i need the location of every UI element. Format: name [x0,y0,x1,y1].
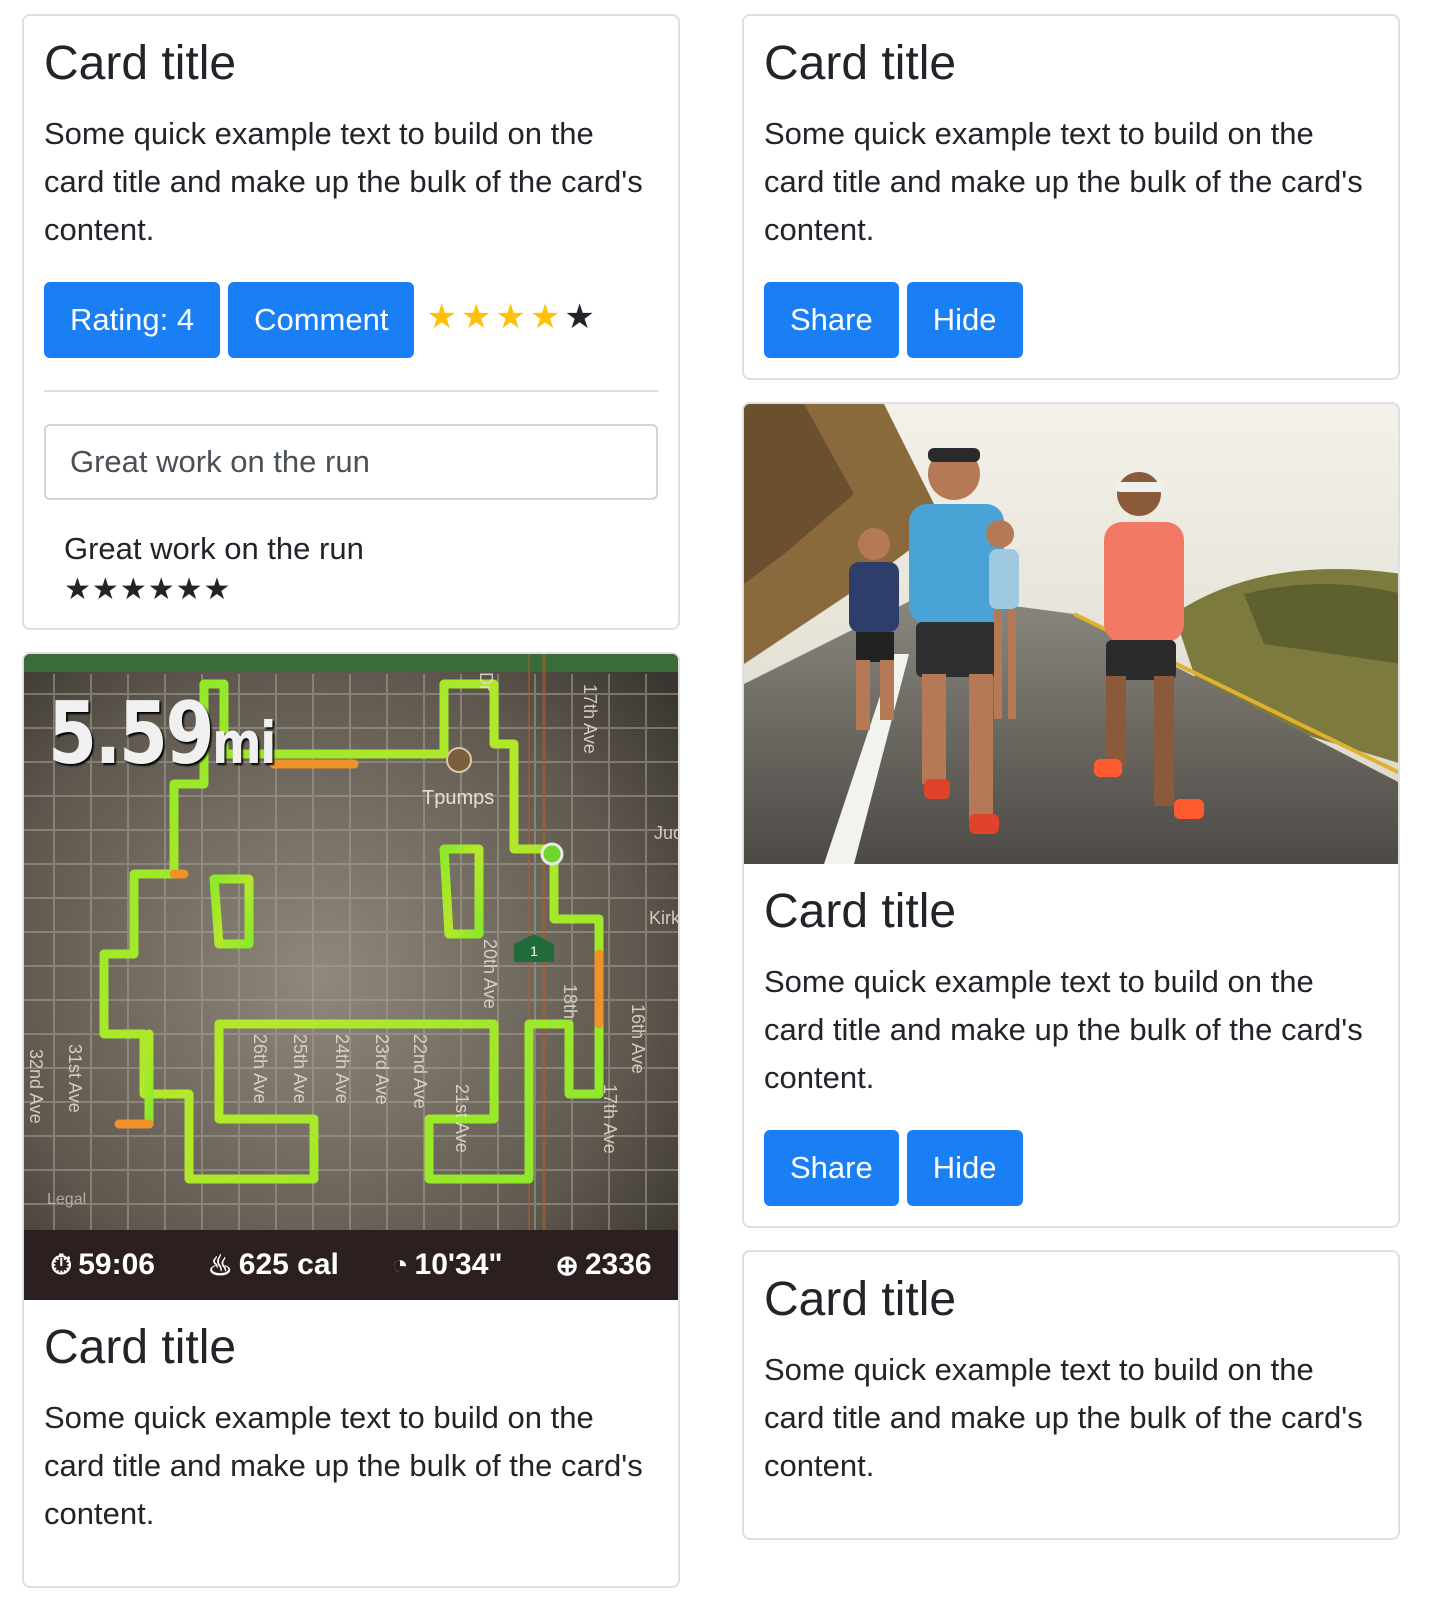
hide-button[interactable]: Hide [906,282,1023,358]
card-title: Card title [764,885,957,938]
fuel-icon: ⊕ [555,1249,579,1281]
rating-button[interactable]: Rating: 4 [44,282,221,358]
street-label: 16th Ave [628,1004,648,1074]
comment-button[interactable]: Comment [228,282,415,358]
right-column: Card title Some quick example text to bu… [742,14,1400,1562]
comment-text: Great work on the run [64,531,364,566]
card-title: Card title [44,37,237,90]
comment-stars: ★ ★ ★ ★ ★ ★ [64,572,638,608]
card-body: Card title Some quick example text to bu… [744,1252,1398,1538]
street-label: 17th Ave [580,684,600,754]
street-label: 32nd Ave [26,1049,46,1124]
svg-text:1: 1 [530,943,538,959]
calories-value: 625 cal [238,1248,339,1281]
flame-icon: ♨ [207,1249,233,1281]
hide-button[interactable]: Hide [906,1130,1023,1206]
pace-value: 10'34" [414,1248,503,1281]
card-body: Card title Some quick example text to bu… [744,864,1398,1226]
star-icon: ★ [175,573,203,606]
pace-icon: ◔ [391,1249,409,1280]
comment-item: Great work on the run ★ ★ ★ ★ ★ ★ [44,500,658,608]
fuel-stat: ⊕ 2336 [555,1248,651,1282]
runners-photo [744,404,1398,864]
divider [44,390,658,392]
time-value: 59:06 [78,1248,155,1281]
button-row: Rating: 4 Comment ★ ★ ★ ★ ★ [44,282,658,358]
star-icon: ★ [64,573,91,606]
card-title: Card title [764,37,957,90]
button-row: Share Hide [764,282,1378,358]
rating-card: Card title Some quick example text to bu… [22,14,680,630]
star-icon: ★ [91,573,119,606]
star-icon: ★ [203,573,231,606]
card-text: Some quick example text to build on the … [764,116,1363,247]
card-body: Card title Some quick example text to bu… [24,1300,678,1586]
street-label: 23rd Ave [372,1034,392,1105]
distance-readout: 5.59mi [48,684,276,784]
card-text: Some quick example text to build on the … [44,1400,643,1531]
card-title: Card title [44,1321,237,1374]
share-button[interactable]: Share [764,1130,899,1206]
street-label: 17th Ave [600,1084,620,1154]
text-card: Card title Some quick example text to bu… [742,1250,1400,1540]
star-icon[interactable]: ★ [530,300,560,334]
street-label: 26th Ave [250,1034,270,1104]
legal-label: Legal [47,1191,86,1208]
street-label: 24th Ave [332,1034,352,1104]
street-label: 22nd Ave [410,1034,430,1109]
street-label: 18th [560,984,580,1019]
street-label: 21st Ave [452,1084,472,1153]
street-label: 25th Ave [290,1034,310,1104]
distance-value: 5.59 [48,684,215,784]
share-card: Card title Some quick example text to bu… [742,14,1400,380]
card-text: Some quick example text to build on the … [764,964,1363,1095]
run-map-image: 1 Tpumps Legal 17th Ave Jud Kirk 20th Ave 18… [24,654,678,1300]
comment-input[interactable] [44,424,658,500]
street-label: 20th Ave [480,939,500,1009]
star-icon[interactable]: ★ [495,300,525,334]
start-marker-icon [540,842,564,866]
street-label: 31st Ave [65,1044,85,1113]
star-rating: ★ ★ ★ ★ ★ [426,282,598,352]
button-row: Share Hide [764,1130,1378,1206]
stopwatch-icon: ⏱ [50,1248,73,1280]
star-icon[interactable]: ★ [564,300,594,334]
star-icon[interactable]: ★ [426,300,456,334]
street-label: Dr [476,672,496,691]
share-button[interactable]: Share [764,282,899,358]
card-body: Card title Some quick example text to bu… [744,16,1398,378]
street-label: Jud [654,823,678,843]
poi-label: Tpumps [422,787,494,809]
pace-stat: ◔ 10'34" [392,1248,503,1282]
map-card: 1 Tpumps Legal 17th Ave Jud Kirk 20th Ave 18… [22,652,680,1588]
star-icon: ★ [119,573,147,606]
calories-stat: ♨ 625 cal [208,1248,339,1282]
fuel-value: 2336 [584,1248,652,1281]
runners-image [744,404,1398,864]
photo-card: Card title Some quick example text to bu… [742,402,1400,1228]
card-text: Some quick example text to build on the … [764,1352,1363,1483]
star-icon: ★ [147,573,175,606]
left-column: Card title Some quick example text to bu… [22,14,680,1610]
time-stat: ⏱ 59:06 [50,1248,155,1282]
card-text: Some quick example text to build on the … [44,116,643,247]
distance-unit: mi [212,709,276,777]
run-stats-bar: ⏱ 59:06 ♨ 625 cal ◔ 10'34" ⊕ 2336 [24,1230,678,1300]
star-icon[interactable]: ★ [461,300,491,334]
street-label: Kirk [649,908,678,928]
card-body: Card title Some quick example text to bu… [24,16,678,628]
card-title: Card title [764,1273,957,1326]
